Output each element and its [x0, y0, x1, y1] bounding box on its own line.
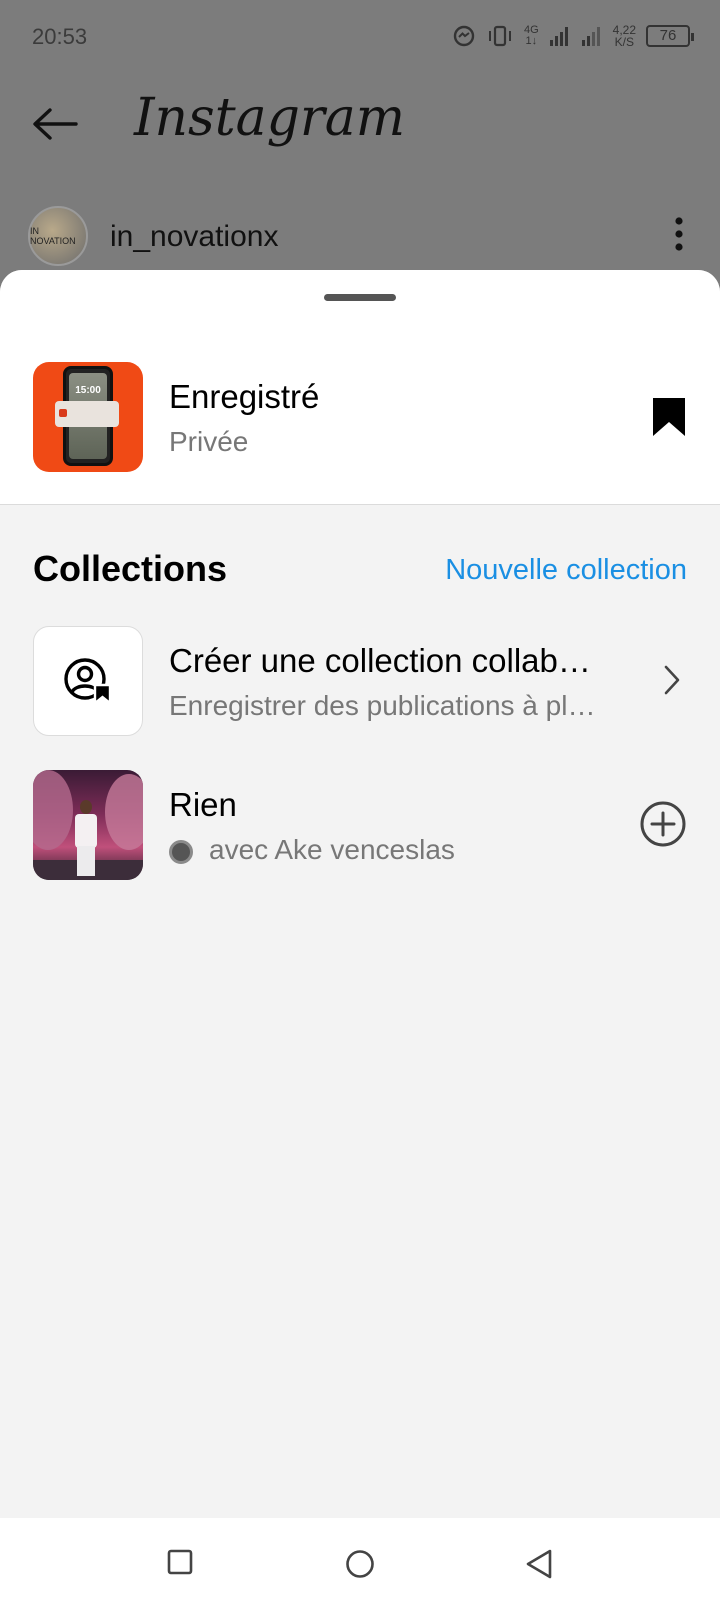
- bookmark-filled-icon[interactable]: [651, 396, 687, 438]
- status-time: 20:53: [32, 24, 88, 49]
- collection-thumbnail: [33, 770, 143, 880]
- avatar-text: IN NOVATION: [30, 226, 76, 246]
- network-type: 4G 1↓: [523, 24, 539, 47]
- plus-circle-icon[interactable]: [639, 800, 687, 848]
- network-speed: 4,22 K/S: [612, 23, 636, 49]
- phone-image: 15:00: [55, 366, 119, 466]
- nav-back-icon[interactable]: [524, 1548, 554, 1580]
- drag-handle[interactable]: [324, 294, 396, 301]
- background-app: 20:53 4G 1↓ 4,22 K/S 76 Instagram IN NOV…: [0, 0, 720, 300]
- vibrate-icon: [488, 25, 511, 47]
- new-collection-button[interactable]: Nouvelle collection: [445, 554, 687, 587]
- system-nav-bar: [0, 1518, 720, 1612]
- signal-strength-2-icon: [581, 27, 600, 46]
- post-author-row: IN NOVATION in_novationx: [0, 200, 720, 270]
- collection-title: Rien: [169, 786, 237, 823]
- thumb-time: 15:00: [75, 385, 101, 396]
- saved-section: 15:00 Enregistré Privée: [0, 270, 720, 505]
- username[interactable]: in_novationx: [110, 220, 278, 254]
- arrow-left-icon[interactable]: [30, 106, 78, 142]
- more-vertical-icon[interactable]: [674, 216, 684, 252]
- avatar[interactable]: IN NOVATION: [28, 206, 88, 266]
- collection-collaborators: avec Ake venceslas: [209, 834, 455, 865]
- status-icons: 4G 1↓ 4,22 K/S 76: [452, 22, 694, 50]
- collection-row-rien[interactable]: Rien avec Ake venceslas: [33, 770, 687, 880]
- collab-subtitle: Enregistrer des publications à plusieurs: [169, 690, 609, 721]
- recent-apps-icon[interactable]: [166, 1548, 194, 1576]
- home-icon[interactable]: [344, 1548, 376, 1580]
- status-bar: 20:53 4G 1↓ 4,22 K/S 76: [0, 0, 720, 72]
- saved-privacy: Privée: [169, 426, 249, 457]
- collab-thumbnail: [33, 626, 143, 736]
- signal-strength-icon: [549, 27, 568, 46]
- app-logo: Instagram: [134, 88, 406, 148]
- collab-title: Créer une collection collaborative: [169, 642, 609, 679]
- collections-heading: Collections: [33, 548, 228, 589]
- create-collab-collection-row[interactable]: Créer une collection collaborative Enreg…: [33, 626, 687, 736]
- messenger-notification-icon: [453, 25, 475, 47]
- app-header: Instagram: [0, 78, 720, 168]
- collections-header: Collections Nouvelle collection: [33, 548, 687, 598]
- saved-row[interactable]: 15:00 Enregistré Privée: [33, 362, 687, 472]
- collab-user-bookmark-icon: [64, 658, 112, 705]
- saved-thumbnail: 15:00: [33, 362, 143, 472]
- save-to-collection-sheet: 15:00 Enregistré Privée Collections Nouv…: [0, 270, 720, 1518]
- chevron-right-icon: [664, 665, 680, 695]
- collaborator-avatar: [169, 840, 193, 864]
- saved-title: Enregistré: [169, 378, 320, 415]
- battery-indicator: 76: [646, 25, 694, 47]
